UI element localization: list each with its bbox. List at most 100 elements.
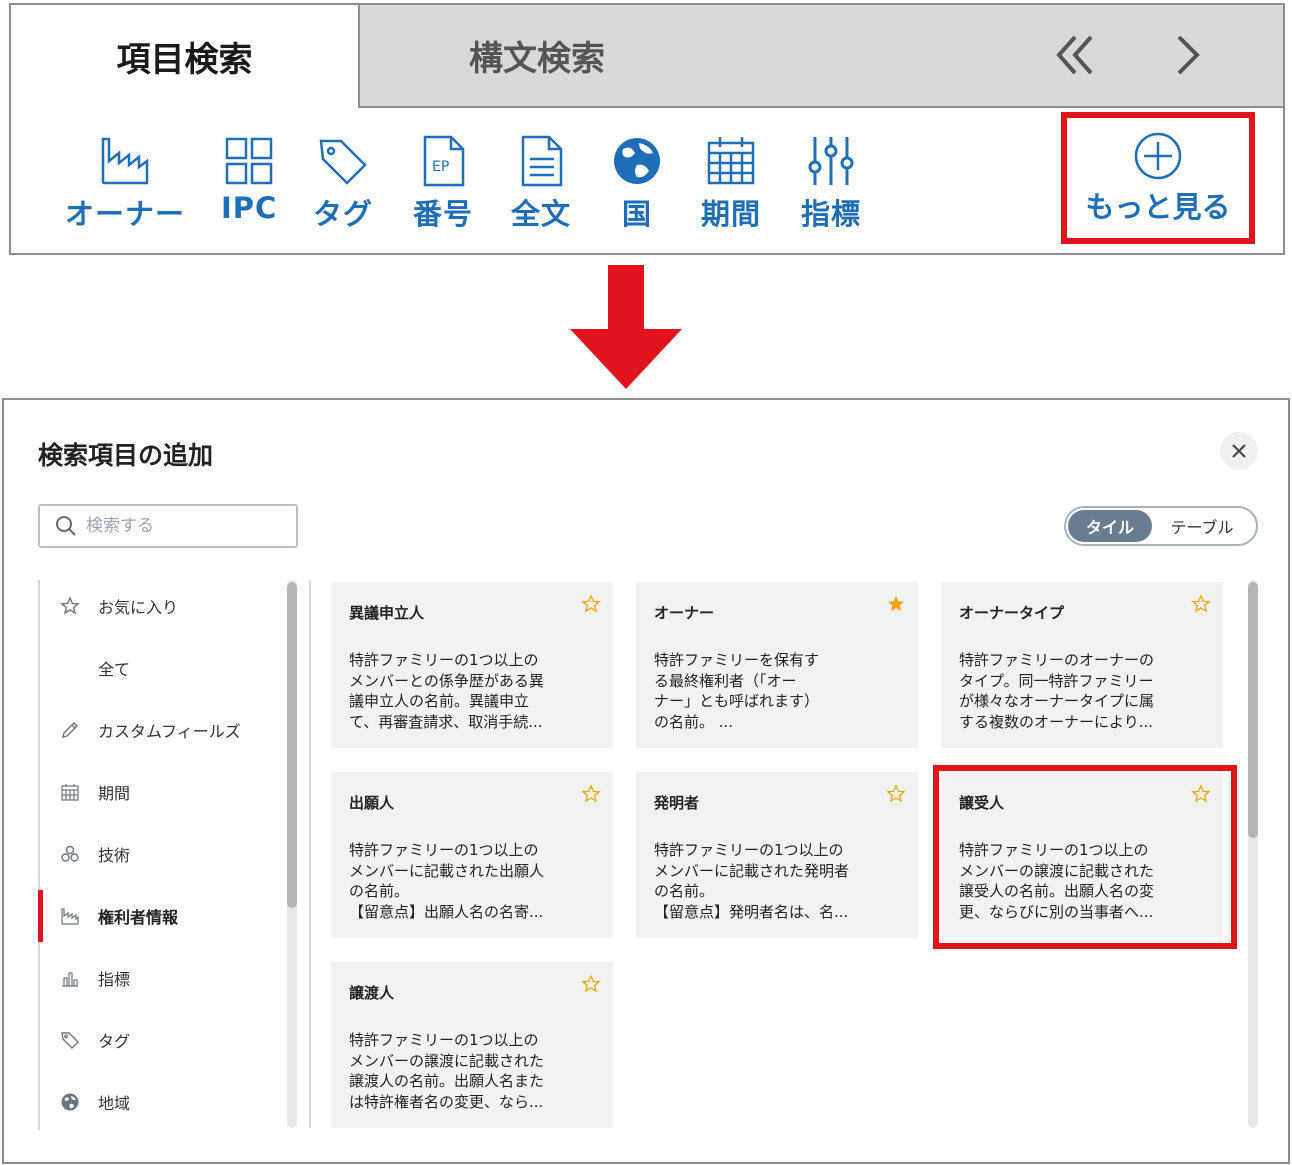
- tool-period[interactable]: 期間: [701, 133, 761, 233]
- field-card-owner-type[interactable]: オーナータイプ 特許ファミリーのオーナーの タイプ。同一特許ファミリー が様々な…: [941, 582, 1223, 748]
- sidebar-item-label: 地域: [98, 1094, 131, 1113]
- search-tab-panel: 項目検索 構文検索 オーナー IPC タグ EP 番号 全文 国 期間 指標 も…: [9, 3, 1285, 255]
- card-description: 特許ファミリーの1つ以上の メンバーに記載された出願人 の名前。 【留意点】出願…: [349, 841, 545, 921]
- molecule-icon: [60, 844, 80, 864]
- card-title: 譲渡人: [349, 984, 395, 1002]
- card-description: 特許ファミリーのオーナーの タイプ。同一特許ファミリー が様々なオーナータイプに…: [959, 651, 1155, 731]
- globe-icon: [60, 1092, 80, 1112]
- field-card-owner[interactable]: オーナー 特許ファミリーを保有す る最終権利者（「オー ナー」とも呼ばれます） …: [636, 582, 918, 748]
- sidebar-item-label: タグ: [98, 1032, 131, 1051]
- pencil-icon: [60, 720, 80, 740]
- close-button[interactable]: [1220, 432, 1258, 470]
- card-title: オーナータイプ: [959, 604, 1065, 622]
- search-input[interactable]: [86, 516, 286, 536]
- sidebar-item-all[interactable]: 全て: [40, 642, 280, 694]
- card-grid-scroll-thumb[interactable]: [1248, 582, 1258, 838]
- tool-owner[interactable]: オーナー: [65, 133, 185, 233]
- svg-text:EP: EP: [432, 159, 449, 175]
- sidebar-scroll-thumb[interactable]: [287, 582, 297, 908]
- field-card-opponent[interactable]: 異議申立人 特許ファミリーの1つ以上の メンバーとの係争歴がある異 議申立人の名…: [331, 582, 613, 748]
- dialog-title: 検索項目の追加: [38, 441, 214, 470]
- star-outline-icon[interactable]: [581, 594, 601, 614]
- scroll-right-chevron-icon[interactable]: [1159, 27, 1215, 83]
- factory-icon: [60, 906, 80, 926]
- card-description: 特許ファミリーの1つ以上の メンバーに記載された発明者 の名前。 【留意点】発明…: [654, 841, 850, 921]
- field-card-assignor[interactable]: 譲渡人 特許ファミリーの1つ以上の メンバーの譲渡に記載された 譲渡人の名前。出…: [331, 962, 613, 1128]
- view-toggle: タイル テーブル: [1064, 506, 1258, 546]
- scroll-left-double-chevron-icon[interactable]: [1047, 27, 1103, 83]
- grid-icon: [221, 133, 277, 189]
- document-icon: [513, 133, 569, 189]
- sidebar-item-rights-holder[interactable]: 権利者情報: [38, 890, 280, 942]
- tool-country[interactable]: 国: [609, 133, 665, 233]
- card-title: オーナー: [654, 604, 715, 622]
- search-icon: [56, 516, 76, 536]
- toggle-table[interactable]: テーブル: [1152, 510, 1252, 542]
- ep-document-icon: EP: [415, 133, 471, 189]
- sidebar-item-region[interactable]: 地域: [40, 1076, 280, 1128]
- tool-fulltext-label: 全文: [511, 197, 572, 231]
- bar-chart-icon: [60, 968, 80, 988]
- card-title: 出願人: [349, 794, 395, 812]
- tool-number[interactable]: EP 番号: [413, 133, 473, 233]
- tag-icon: [315, 133, 371, 189]
- sidebar-item-tag[interactable]: タグ: [40, 1014, 280, 1066]
- toggle-tile[interactable]: タイル: [1068, 510, 1152, 542]
- sidebar-item-indicators[interactable]: 指標: [40, 952, 280, 1004]
- close-icon: [1232, 444, 1246, 458]
- category-sidebar: お気に入り 全て カスタムフィールズ 期間 技術 権利者情報 指標 タグ 地域: [38, 580, 296, 1130]
- tool-indicators[interactable]: 指標: [801, 133, 861, 233]
- calendar-icon: [60, 782, 80, 802]
- tool-country-label: 国: [621, 197, 652, 231]
- card-description: 特許ファミリーを保有す る最終権利者（「オー ナー」とも呼ばれます） の名前。 …: [654, 651, 820, 731]
- tab-item-search[interactable]: 項目検索: [11, 5, 360, 108]
- star-outline-icon[interactable]: [1191, 594, 1211, 614]
- card-title: 発明者: [654, 794, 700, 812]
- sidebar-item-favorites[interactable]: お気に入り: [40, 580, 280, 632]
- tool-ipc[interactable]: IPC: [221, 133, 277, 225]
- sidebar-item-label: お気に入り: [98, 598, 179, 617]
- tool-ipc-label: IPC: [221, 191, 278, 225]
- tab-syntax-search[interactable]: 構文検索: [362, 5, 712, 106]
- card-description: 特許ファミリーの1つ以上の メンバーとの係争歴がある異 議申立人の名前。異議申立…: [349, 651, 544, 731]
- show-more-button[interactable]: もっと見る: [1061, 112, 1255, 244]
- tool-tag[interactable]: タグ: [313, 133, 373, 233]
- field-card-applicant[interactable]: 出願人 特許ファミリーの1つ以上の メンバーに記載された出願人 の名前。 【留意…: [331, 772, 613, 938]
- panel-divider: [309, 580, 311, 1128]
- add-search-field-dialog: 検索項目の追加 タイル テーブル お気に入り 全て カスタムフィールズ 期間 技: [2, 398, 1290, 1164]
- plus-circle-icon: [1132, 130, 1184, 182]
- tool-number-label: 番号: [413, 197, 474, 231]
- field-card-inventor[interactable]: 発明者 特許ファミリーの1つ以上の メンバーに記載された発明者 の名前。 【留意…: [636, 772, 918, 938]
- sidebar-item-label: 全て: [98, 660, 131, 679]
- sidebar-scrollbar[interactable]: [287, 580, 297, 1128]
- tab-strip: 項目検索 構文検索: [11, 5, 1283, 108]
- card-title: 異議申立人: [349, 604, 425, 622]
- tool-owner-label: オーナー: [65, 197, 186, 231]
- sidebar-item-label: 権利者情報: [98, 908, 179, 927]
- globe-icon: [609, 133, 665, 189]
- calendar-icon: [703, 133, 759, 189]
- factory-icon: [97, 133, 153, 189]
- sidebar-item-technology[interactable]: 技術: [40, 828, 280, 880]
- show-more-label: もっと見る: [1085, 190, 1231, 224]
- card-grid-scrollbar[interactable]: [1248, 580, 1258, 1128]
- star-icon: [60, 596, 80, 616]
- sidebar-item-custom-fields[interactable]: カスタムフィールズ: [40, 704, 280, 756]
- star-outline-icon[interactable]: [581, 784, 601, 804]
- star-filled-icon[interactable]: [886, 594, 906, 614]
- sidebar-item-label: 技術: [98, 846, 131, 865]
- tag-icon: [60, 1030, 80, 1050]
- star-outline-icon[interactable]: [581, 974, 601, 994]
- sidebar-item-period[interactable]: 期間: [40, 766, 280, 818]
- tool-tag-label: タグ: [313, 197, 374, 231]
- sidebar-item-label: 指標: [98, 970, 131, 989]
- assignee-highlight-frame: [933, 765, 1237, 949]
- tool-indicators-label: 指標: [801, 197, 862, 231]
- sliders-icon: [803, 133, 859, 189]
- search-field[interactable]: [38, 504, 298, 548]
- tool-fulltext[interactable]: 全文: [511, 133, 571, 233]
- blank-icon: [60, 658, 80, 678]
- down-arrow-icon: [570, 265, 682, 389]
- tab-divider: [360, 106, 1283, 108]
- star-outline-icon[interactable]: [886, 784, 906, 804]
